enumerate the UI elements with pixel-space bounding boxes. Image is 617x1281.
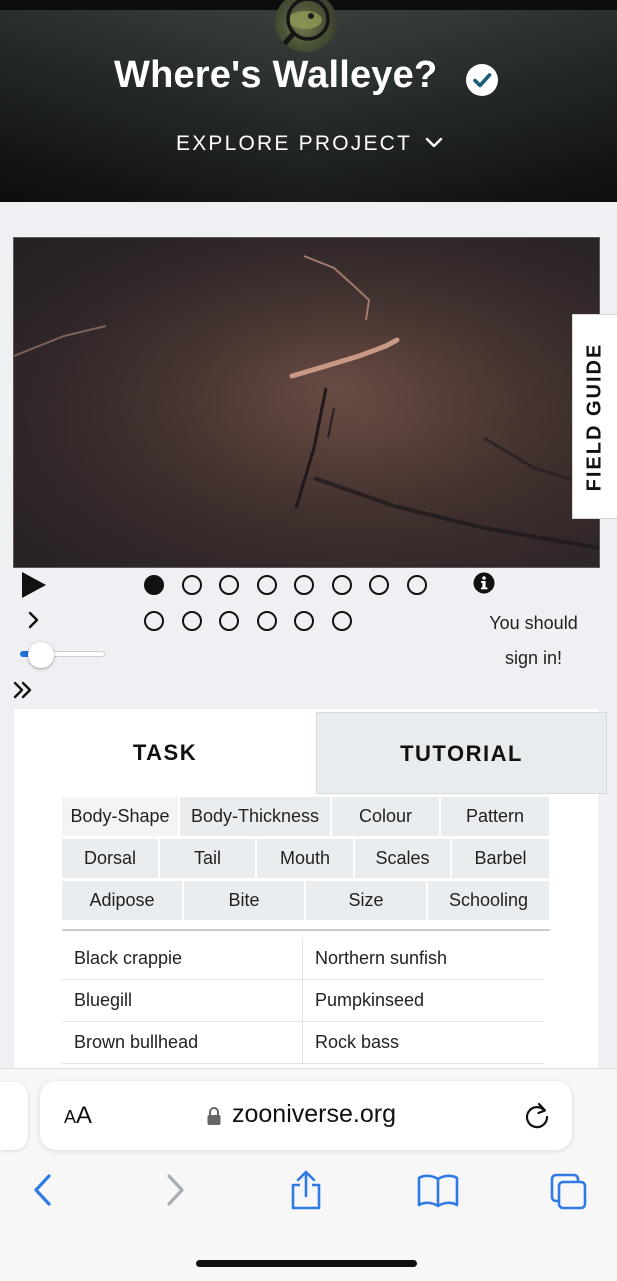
url-text[interactable]: zooniverse.org — [232, 1100, 396, 1129]
filter-chip[interactable]: Colour — [332, 797, 439, 836]
frame-dot[interactable] — [331, 611, 352, 631]
step-forward-icon[interactable] — [27, 610, 41, 630]
underwater-scene-image — [14, 238, 599, 567]
frame-dot[interactable] — [144, 575, 164, 595]
filter-chip[interactable]: Bite — [184, 881, 304, 920]
filter-chip[interactable]: Barbel — [452, 839, 549, 878]
species-option[interactable]: Brown bullhead — [62, 1022, 302, 1063]
species-option[interactable]: Northern sunfish — [302, 938, 545, 979]
share-icon[interactable] — [287, 1170, 325, 1212]
playback-speed-handle[interactable] — [28, 642, 54, 668]
home-indicator — [196, 1260, 417, 1267]
filter-chip[interactable]: Body-Thickness — [180, 797, 330, 836]
frame-dot[interactable] — [181, 611, 202, 631]
magnifier-fish-icon — [278, 0, 330, 51]
previous-tab-preview[interactable] — [0, 1082, 28, 1150]
field-guide-label: FIELD GUIDE — [583, 342, 606, 491]
chevron-down-icon[interactable] — [425, 136, 443, 150]
field-guide-tab[interactable]: FIELD GUIDE — [572, 314, 617, 519]
frame-dot[interactable] — [256, 575, 277, 595]
filter-divider — [62, 929, 550, 931]
sign-in-line1: You should — [489, 613, 578, 633]
play-icon[interactable] — [20, 571, 48, 599]
bookmarks-icon[interactable] — [416, 1170, 460, 1210]
tab-tutorial[interactable]: TUTORIAL — [316, 712, 607, 794]
filter-chip[interactable]: Dorsal — [62, 839, 158, 878]
frame-dot[interactable] — [144, 611, 164, 631]
frame-dot[interactable] — [331, 575, 352, 595]
project-title[interactable]: Where's Walleye? — [114, 54, 437, 97]
filter-chip[interactable]: Tail — [160, 839, 255, 878]
back-icon[interactable] — [30, 1170, 56, 1210]
species-row: Black crappie Northern sunfish — [62, 938, 544, 980]
frame-dot[interactable] — [294, 611, 314, 631]
tabs-icon[interactable] — [548, 1170, 590, 1212]
species-option[interactable]: Rock bass — [302, 1022, 545, 1063]
filter-chip[interactable]: Body-Shape — [62, 797, 178, 836]
text-size-large-glyph: A — [76, 1102, 93, 1129]
explore-project-button[interactable]: EXPLORE PROJECT — [176, 132, 412, 156]
frame-dot[interactable] — [219, 575, 239, 595]
frame-dot[interactable] — [294, 575, 314, 595]
verified-check-icon — [473, 73, 492, 88]
frame-dot[interactable] — [369, 575, 389, 595]
subject-video[interactable] — [13, 237, 600, 568]
filter-chip[interactable]: Adipose — [62, 881, 182, 920]
frame-dot[interactable] — [256, 611, 277, 631]
frame-dot[interactable] — [181, 575, 202, 595]
tab-task[interactable]: TASK — [14, 709, 316, 794]
project-avatar[interactable] — [275, 0, 337, 52]
species-row: Brown bullhead Rock bass — [62, 1022, 544, 1064]
reload-icon[interactable] — [522, 1101, 552, 1131]
text-size-small-glyph: A — [64, 1107, 77, 1127]
lock-icon — [207, 1107, 221, 1125]
sign-in-prompt[interactable]: You should sign in! — [476, 606, 591, 676]
species-option[interactable]: Pumpkinseed — [302, 980, 545, 1021]
frame-dot[interactable] — [406, 575, 427, 595]
filter-chip[interactable]: Mouth — [257, 839, 353, 878]
filter-chip[interactable]: Schooling — [428, 881, 549, 920]
filter-chip[interactable]: Pattern — [441, 797, 549, 836]
species-option[interactable]: Black crappie — [62, 938, 302, 979]
filter-chip[interactable]: Size — [306, 881, 426, 920]
text-size-button[interactable]: AA — [64, 1102, 92, 1130]
species-row: Bluegill Pumpkinseed — [62, 980, 544, 1022]
forward-icon[interactable] — [162, 1170, 188, 1210]
fast-forward-icon[interactable] — [12, 680, 34, 700]
verified-badge — [466, 64, 498, 96]
filter-chip[interactable]: Scales — [355, 839, 450, 878]
sign-in-line2: sign in! — [504, 648, 563, 668]
species-option[interactable]: Bluegill — [62, 980, 302, 1021]
info-icon[interactable] — [473, 572, 495, 594]
frame-dot[interactable] — [219, 611, 239, 631]
